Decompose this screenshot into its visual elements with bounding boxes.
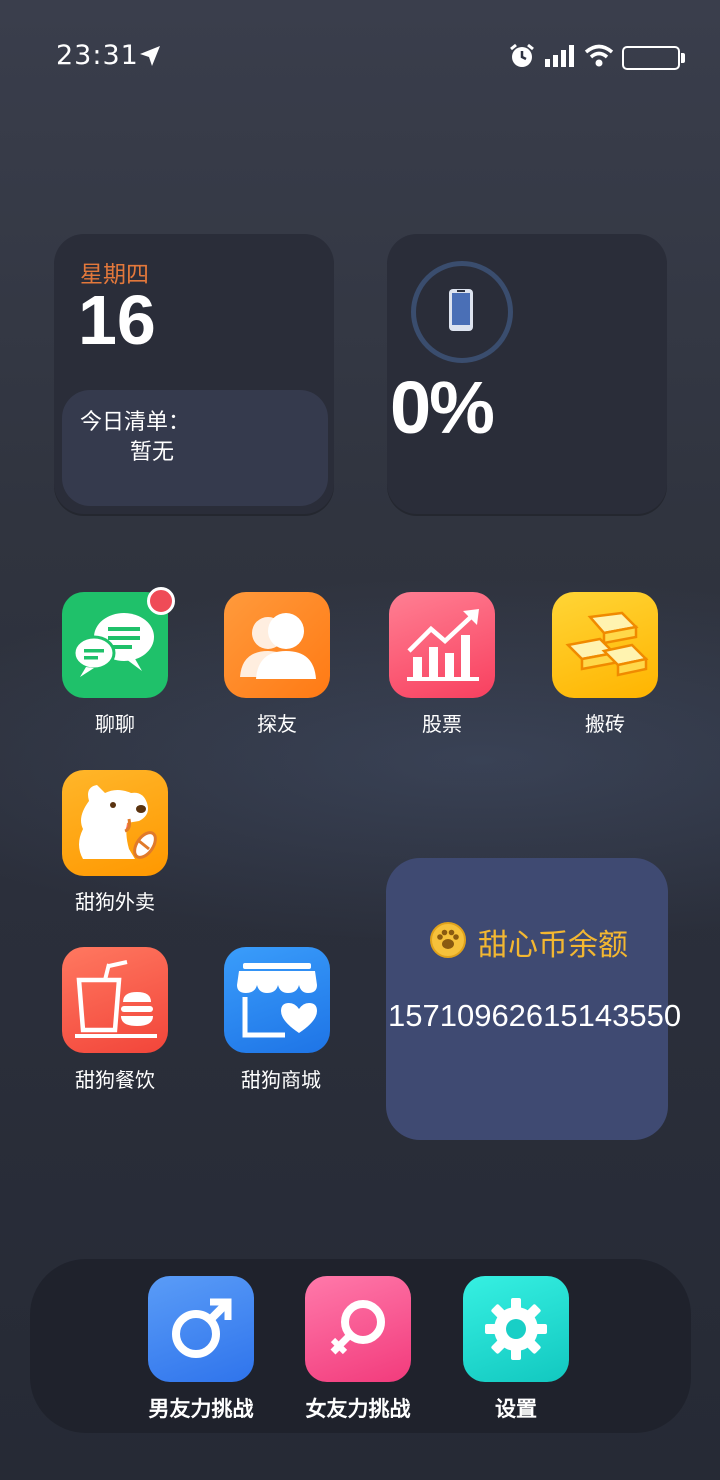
dock-app-girlfriend-challenge[interactable] xyxy=(305,1276,411,1382)
dog-icon[interactable] xyxy=(62,770,168,876)
wifi-icon xyxy=(584,44,614,72)
people-icon[interactable] xyxy=(224,592,330,698)
todo-value: 暂无 xyxy=(130,440,175,465)
app-label-chat: 聊聊 xyxy=(95,712,135,736)
dock-label-girlfriend-challenge: 女友力挑战 xyxy=(305,1397,411,1421)
battery-percent: 0% xyxy=(390,366,495,449)
app-stocks[interactable] xyxy=(389,592,495,698)
status-icons xyxy=(508,42,685,74)
paw-coin-icon xyxy=(430,922,466,962)
app-label-find-friends: 探友 xyxy=(257,712,297,736)
male-symbol-icon[interactable] xyxy=(148,1276,254,1382)
dock-app-boyfriend-challenge[interactable] xyxy=(148,1276,254,1382)
alarm-icon xyxy=(508,42,536,74)
dock-label-settings: 设置 xyxy=(495,1397,537,1421)
dock-label-boyfriend-challenge: 男友力挑战 xyxy=(148,1397,254,1421)
todo-title: 今日清单： xyxy=(80,410,191,435)
app-gold[interactable] xyxy=(552,592,658,698)
app-label-dog-mall: 甜狗商城 xyxy=(241,1068,321,1092)
app-find-friends[interactable] xyxy=(224,592,330,698)
notification-badge xyxy=(147,587,175,615)
app-label-stocks: 股票 xyxy=(422,712,462,736)
app-label-dog-dining: 甜狗餐饮 xyxy=(75,1068,155,1092)
phone-icon xyxy=(447,287,475,337)
app-dog-dining[interactable] xyxy=(62,947,168,1053)
gear-icon[interactable] xyxy=(463,1276,569,1382)
female-symbol-icon[interactable] xyxy=(305,1276,411,1382)
status-time: 23:31 xyxy=(56,40,139,71)
stock-chart-icon[interactable] xyxy=(389,592,495,698)
battery-icon xyxy=(622,46,685,70)
dock-app-settings[interactable] xyxy=(463,1276,569,1382)
app-label-dog-delivery: 甜狗外卖 xyxy=(75,890,155,914)
location-arrow-icon xyxy=(138,44,162,72)
signal-icon xyxy=(544,44,576,72)
store-heart-icon[interactable] xyxy=(224,947,330,1053)
app-chat[interactable] xyxy=(62,587,175,698)
app-label-gold: 搬砖 xyxy=(585,712,625,736)
coin-balance-title: 甜心币余额 xyxy=(478,928,628,963)
gold-bars-icon[interactable] xyxy=(552,592,658,698)
app-dog-delivery[interactable] xyxy=(62,770,168,876)
coin-balance-amount: 15710962615143550 xyxy=(388,998,682,1033)
drink-burger-icon[interactable] xyxy=(62,947,168,1053)
app-dog-mall[interactable] xyxy=(224,947,330,1053)
day-number: 16 xyxy=(78,281,156,359)
